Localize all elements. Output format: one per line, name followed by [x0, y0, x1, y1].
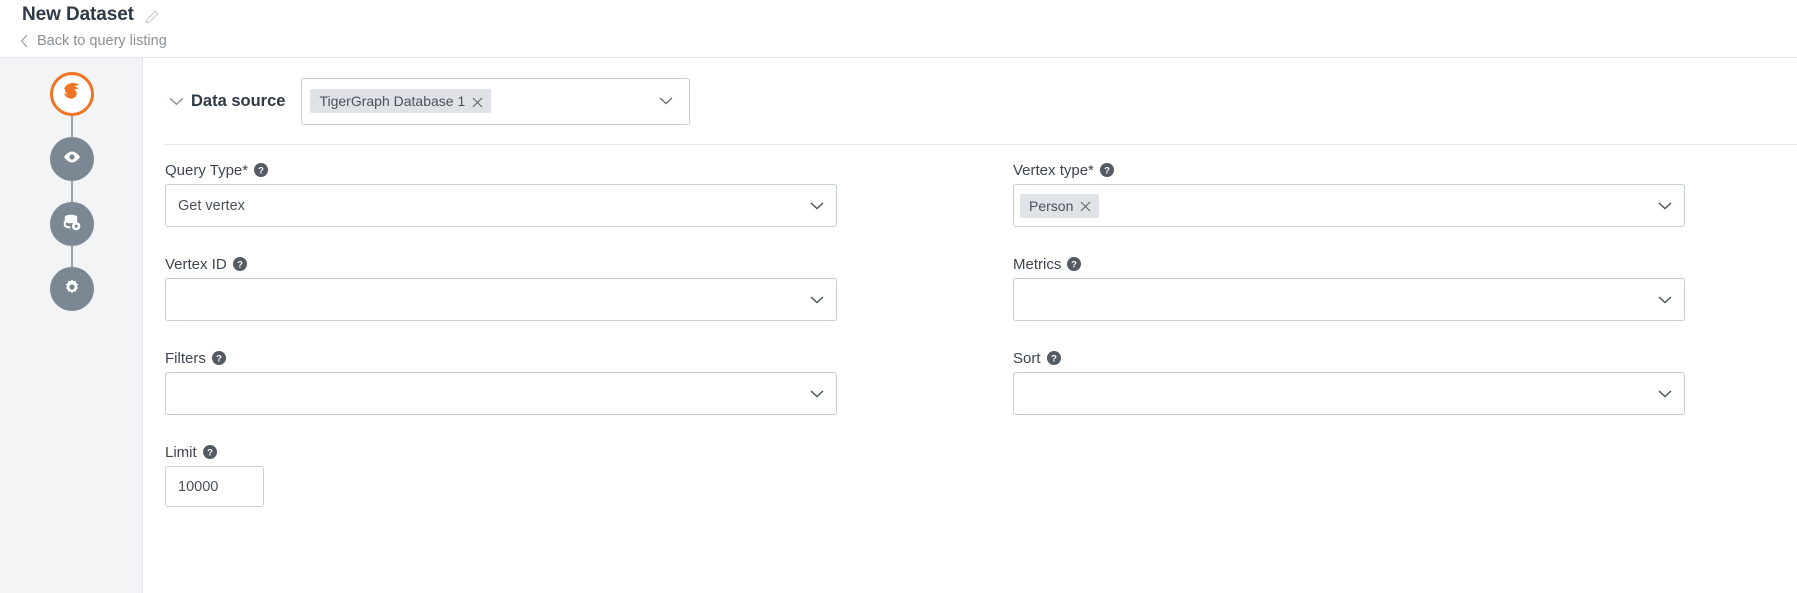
svg-text:?: ?: [1104, 166, 1110, 177]
metrics-label-row: Metrics ?: [1013, 250, 1685, 278]
help-circle-icon[interactable]: ?: [1047, 351, 1061, 365]
vertex-id-label-row: Vertex ID ?: [165, 250, 849, 278]
vertex-type-label-row: Vertex type* ?: [1013, 156, 1685, 184]
data-source-row: Data source TigerGraph Database 1: [165, 65, 1775, 137]
filters-select[interactable]: [165, 372, 837, 415]
data-source-section: Data source TigerGraph Database 1: [165, 65, 1775, 137]
sidebar-item-preview-step[interactable]: [50, 137, 94, 181]
close-icon[interactable]: [1080, 200, 1091, 211]
query-type-label-row: Query Type* ?: [165, 156, 849, 184]
help-circle-icon[interactable]: ?: [1067, 257, 1081, 271]
step-connector: [71, 116, 73, 137]
data-source-divider: [165, 144, 1797, 145]
page-title: New Dataset: [22, 0, 134, 30]
metrics-select[interactable]: [1013, 278, 1685, 321]
data-source-chip-label: TigerGraph Database 1: [319, 94, 465, 108]
vertex-id-select[interactable]: [165, 278, 837, 321]
svg-text:?: ?: [1071, 260, 1077, 271]
field-filters: Filters ?: [165, 344, 849, 415]
chevron-down-icon: [810, 197, 824, 215]
chevron-down-icon: [810, 385, 824, 403]
filters-label-row: Filters ?: [165, 344, 849, 372]
query-type-label: Query Type*: [165, 162, 248, 179]
dataset-form-card: Data source TigerGraph Database 1: [143, 58, 1797, 593]
gear-icon: [61, 276, 83, 303]
data-source-select[interactable]: TigerGraph Database 1: [301, 78, 690, 125]
sort-select[interactable]: [1013, 372, 1685, 415]
page-header: New Dataset Back to query listing: [0, 0, 1797, 58]
chevron-down-icon[interactable]: [165, 97, 191, 106]
help-circle-icon[interactable]: ?: [233, 257, 247, 271]
limit-label-row: Limit ?: [165, 438, 1775, 466]
title-row: New Dataset: [22, 0, 160, 30]
query-form: Query Type* ? Get vertex: [165, 156, 1775, 507]
vertex-type-chip-label: Person: [1029, 199, 1073, 213]
svg-text:?: ?: [216, 354, 222, 365]
field-query-type: Query Type* ? Get vertex: [165, 156, 849, 227]
vertex-id-label: Vertex ID: [165, 256, 227, 273]
chevron-down-icon: [1658, 291, 1672, 309]
chevron-left-icon: [20, 34, 29, 48]
data-source-chip: TigerGraph Database 1: [310, 89, 491, 113]
chevron-down-icon: [810, 291, 824, 309]
form-grid: Query Type* ? Get vertex: [165, 156, 1775, 415]
svg-text:?: ?: [1051, 354, 1057, 365]
svg-text:?: ?: [258, 166, 264, 177]
step-connector: [71, 181, 73, 202]
grid-row-gap: [1013, 321, 1685, 344]
sidebar-item-tigergraph-logo-step[interactable]: [50, 72, 94, 116]
database-gear-icon: [61, 211, 83, 238]
close-icon[interactable]: [472, 96, 483, 107]
vertex-type-select[interactable]: Person: [1013, 184, 1685, 227]
sort-label: Sort: [1013, 350, 1041, 367]
pencil-icon[interactable]: [144, 9, 160, 25]
sort-label-row: Sort ?: [1013, 344, 1685, 372]
grid-row-gap: [849, 321, 1013, 344]
svg-text:?: ?: [237, 260, 243, 271]
grid-spacer: [849, 156, 1013, 227]
limit-input[interactable]: [165, 466, 264, 507]
sidebar-item-database-settings-step[interactable]: [50, 202, 94, 246]
data-source-label: Data source: [191, 92, 285, 111]
vertex-type-label: Vertex type*: [1013, 162, 1094, 179]
step-list: [0, 58, 143, 311]
query-type-select[interactable]: Get vertex: [165, 184, 837, 227]
chevron-down-icon: [1658, 197, 1672, 215]
help-circle-icon[interactable]: ?: [203, 445, 217, 459]
help-circle-icon[interactable]: ?: [1100, 163, 1114, 177]
vertex-type-chip: Person: [1020, 194, 1099, 218]
step-rail: [0, 58, 143, 593]
field-metrics: Metrics ?: [1013, 250, 1685, 321]
help-circle-icon[interactable]: ?: [212, 351, 226, 365]
grid-row-gap: [1013, 227, 1685, 250]
field-vertex-id: Vertex ID ?: [165, 250, 849, 321]
grid-row-gap: [165, 321, 849, 344]
grid-spacer: [849, 344, 1013, 415]
grid-row-gap: [849, 227, 1013, 250]
field-limit: Limit ?: [165, 438, 1775, 507]
grid-row-gap: [165, 227, 849, 250]
field-vertex-type: Vertex type* ? Person: [1013, 156, 1685, 227]
help-circle-icon[interactable]: ?: [254, 163, 268, 177]
filters-label: Filters: [165, 350, 206, 367]
query-type-value: Get vertex: [178, 198, 245, 214]
chevron-down-icon: [1658, 385, 1672, 403]
metrics-label: Metrics: [1013, 256, 1061, 273]
eye-icon: [61, 146, 83, 173]
limit-label: Limit: [165, 444, 197, 461]
back-link-label: Back to query listing: [37, 31, 167, 51]
back-to-query-listing-link[interactable]: Back to query listing: [20, 31, 167, 51]
chevron-down-icon: [659, 92, 673, 110]
tiger-logo-icon: [57, 77, 87, 112]
new-dataset-page: New Dataset Back to query listing: [0, 0, 1797, 593]
sidebar-item-settings-step[interactable]: [50, 267, 94, 311]
grid-spacer: [849, 250, 1013, 321]
step-connector: [71, 246, 73, 267]
svg-text:?: ?: [207, 448, 213, 459]
field-sort: Sort ?: [1013, 344, 1685, 415]
